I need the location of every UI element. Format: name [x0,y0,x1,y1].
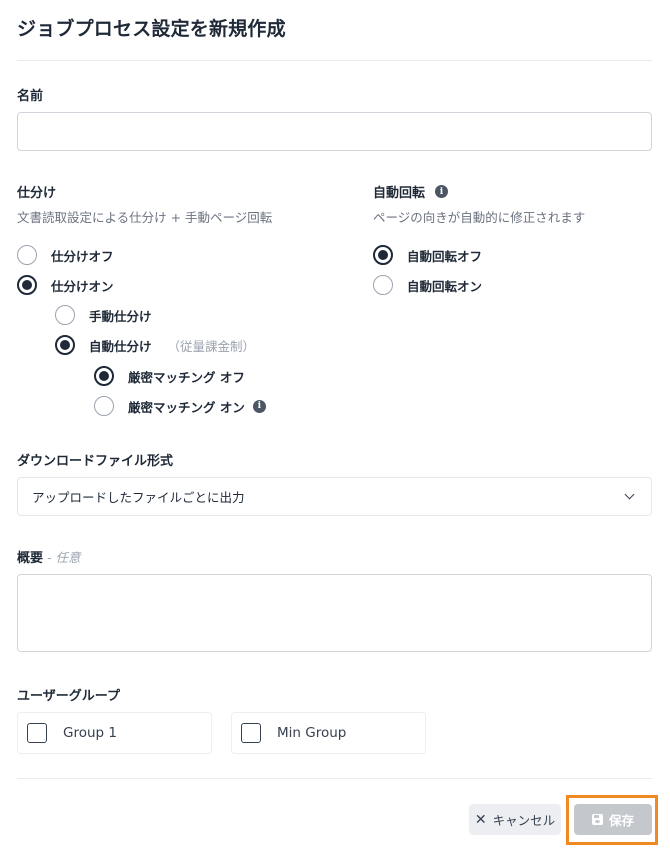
summary-label-row: 概要 - 任意 [17,547,80,566]
radio-manual-sorting-indicator[interactable] [55,305,75,325]
x-icon: ✕ [474,811,487,828]
sorting-label: 仕分け [17,186,57,201]
download-format-select[interactable]: アップロードしたファイルごとに出力 [17,477,652,516]
name-input[interactable] [17,112,652,151]
radio-sorting-on-label: 仕分けオン [51,278,114,294]
radio-sorting-off-label: 仕分けオフ [51,248,114,264]
radio-rotation-off-label: 自動回転オフ [407,248,483,264]
radio-rotation-on-indicator[interactable] [373,275,393,295]
save-button-label: 保存 [608,813,634,828]
radio-sorting-on[interactable]: 仕分けオン [17,274,114,296]
floppy-disk-icon [591,814,603,825]
radio-strict-matching-off-label: 厳密マッチング オフ [128,369,245,385]
group-1-checkbox[interactable] [27,723,47,743]
group-1-label: Group 1 [63,725,117,741]
name-label: 名前 [17,89,44,104]
download-format-value: アップロードしたファイルごとに出力 [32,490,245,505]
footer-divider [17,778,652,779]
radio-rotation-off[interactable]: 自動回転オフ [373,244,482,266]
header-divider [17,60,652,61]
rotation-description: ページの向きが自動的に修正されます [373,210,586,225]
rotation-label-row: 自動回転 i [373,182,449,201]
radio-strict-matching-on-label: 厳密マッチング オン [128,399,245,415]
group-option-group-1[interactable]: Group 1 [17,712,212,754]
summary-label: 概要 [17,551,44,566]
page-title: ジョブプロセス設定を新規作成 [17,18,286,40]
chevron-down-icon [624,489,635,500]
save-button[interactable]: 保存 [574,804,652,835]
radio-rotation-on[interactable]: 自動回転オン [373,274,482,296]
radio-strict-matching-on[interactable]: 厳密マッチング オン i [94,395,266,417]
rotation-info-icon[interactable]: i [435,185,449,198]
summary-textarea[interactable] [17,574,652,652]
cancel-button-label: キャンセル [492,813,556,828]
radio-auto-sorting[interactable]: 自動仕分け （従量課金制） [55,334,255,356]
radio-sorting-off-indicator[interactable] [17,245,37,265]
radio-strict-matching-on-indicator[interactable] [94,396,114,416]
user-groups-label: ユーザーグループ [17,689,120,704]
radio-manual-sorting-label: 手動仕分け [89,308,152,324]
radio-strict-matching-off[interactable]: 厳密マッチング オフ [94,365,245,387]
radio-strict-matching-off-indicator[interactable] [94,366,114,386]
radio-auto-sorting-indicator[interactable] [55,335,75,355]
radio-rotation-on-label: 自動回転オン [407,278,483,294]
radio-sorting-on-indicator[interactable] [17,275,37,295]
radio-auto-sorting-note: （従量課金制） [167,338,256,354]
sorting-description: 文書読取設定による仕分け + 手動ページ回転 [17,210,273,225]
summary-optional-hint: - 任意 [43,550,81,565]
group-option-min-group[interactable]: Min Group [231,712,426,754]
radio-sorting-off[interactable]: 仕分けオフ [17,244,114,266]
strict-matching-info-icon[interactable]: i [252,399,266,413]
cancel-button[interactable]: ✕ キャンセル [469,804,561,835]
radio-auto-sorting-label: 自動仕分け [89,338,152,354]
min-group-checkbox[interactable] [241,723,261,743]
download-format-label: ダウンロードファイル形式 [17,454,174,469]
min-group-label: Min Group [277,725,347,741]
rotation-label: 自動回転 [373,186,426,201]
radio-manual-sorting[interactable]: 手動仕分け [55,304,152,326]
radio-rotation-off-indicator[interactable] [373,245,393,265]
